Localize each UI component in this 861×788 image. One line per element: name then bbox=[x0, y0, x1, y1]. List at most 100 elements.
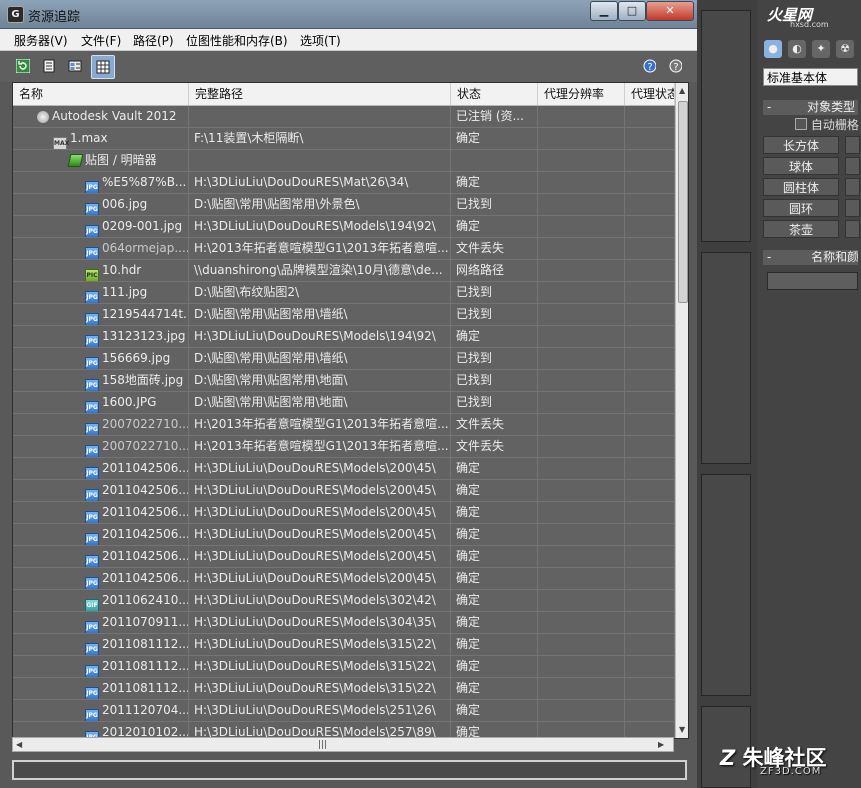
column-header-proxy-resolution[interactable]: 代理分辨率 bbox=[538, 83, 625, 105]
cameras-tab-icon[interactable]: ☢ bbox=[836, 40, 854, 58]
list-view-button[interactable] bbox=[38, 55, 60, 77]
help-button[interactable]: ? bbox=[638, 55, 660, 77]
cylinder-button[interactable]: 圆柱体 bbox=[763, 178, 839, 196]
object-button-right[interactable] bbox=[845, 136, 860, 154]
shapes-tab-icon[interactable]: ◐ bbox=[788, 40, 806, 58]
jpg-file-icon: JPG bbox=[85, 291, 99, 303]
scroll-down-arrow-icon[interactable]: ▼ bbox=[679, 725, 685, 734]
table-row[interactable]: JPG 2011081112... H:\3DLiuLiu\DouDouRES\Mo… bbox=[13, 678, 675, 700]
cell-name: JPG 2011120704... bbox=[13, 700, 189, 721]
torus-button[interactable]: 圆环 bbox=[763, 199, 839, 217]
column-header-name[interactable]: 名称 bbox=[13, 83, 189, 105]
thumbnail-view-button[interactable] bbox=[64, 55, 86, 77]
table-row[interactable]: JPG 2011081112... H:\3DLiuLiu\DouDouRES\Mo… bbox=[13, 656, 675, 678]
menu-server[interactable]: 服务器(V) bbox=[14, 32, 68, 49]
table-row[interactable]: JPG 1219544714t... D:\贴图\常用\贴图常用\墙纸\ 已找到 bbox=[13, 304, 675, 326]
table-row[interactable]: JPG 2011042506... H:\3DLiuLiu\DouDouRES\Mo… bbox=[13, 502, 675, 524]
table-row[interactable]: 贴图 / 明暗器 bbox=[13, 150, 675, 172]
close-button[interactable]: ✕ bbox=[646, 1, 694, 21]
table-row[interactable]: JPG 2011042506... H:\3DLiuLiu\DouDouRES\Mo… bbox=[13, 458, 675, 480]
table-row[interactable]: MAX1.max F:\11装置\木柜隔断\ 确定 bbox=[13, 128, 675, 150]
table-row[interactable]: JPG 1600.JPG D:\贴图\常用\贴图常用\地面\ 已找到 bbox=[13, 392, 675, 414]
sphere-button[interactable]: 球体 bbox=[763, 157, 839, 175]
table-row[interactable]: JPG 13123123.jpg H:\3DLiuLiu\DouDouRES\Mod… bbox=[13, 326, 675, 348]
object-button-right[interactable] bbox=[845, 220, 860, 238]
cell-name: JPG 13123123.jpg bbox=[13, 326, 189, 347]
cell-name: GIF 2011062410... bbox=[13, 590, 189, 611]
table-row[interactable]: JPG 2007022710... H:\2013年拓者意喧模型G1\2013年拓者… bbox=[13, 436, 675, 458]
horizontal-scrollbar[interactable]: ◀ ||| ▶ bbox=[12, 737, 674, 752]
cell-proxy-resolution bbox=[538, 546, 625, 567]
asset-name: 1600.JPG bbox=[102, 395, 157, 409]
horizontal-scroll-grip-icon[interactable]: ||| bbox=[318, 740, 327, 750]
gif-file-icon: GIF bbox=[85, 599, 99, 611]
autogrid-checkbox-box[interactable] bbox=[795, 118, 807, 130]
table-row[interactable]: JPG 2011081112... H:\3DLiuLiu\DouDouRES\Mo… bbox=[13, 634, 675, 656]
table-row[interactable]: JPG 2011120704... H:\3DLiuLiu\DouDouRES\Mo… bbox=[13, 700, 675, 722]
table-row[interactable]: JPG 2011042506... H:\3DLiuLiu\DouDouRES\Mo… bbox=[13, 524, 675, 546]
autogrid-checkbox[interactable]: 自动栅格 bbox=[795, 118, 861, 133]
vertical-scroll-thumb[interactable] bbox=[678, 101, 688, 303]
refresh-button[interactable] bbox=[12, 55, 34, 77]
table-row[interactable]: GIF 2011062410... H:\3DLiuLiu\DouDouRES\Mo… bbox=[13, 590, 675, 612]
menu-file[interactable]: 文件(F) bbox=[81, 32, 121, 49]
jpg-file-icon: JPG bbox=[85, 313, 99, 325]
menu-bitmap-performance[interactable]: 位图性能和内存(B) bbox=[186, 32, 288, 49]
object-name-field[interactable] bbox=[767, 272, 858, 290]
viewport-panel bbox=[701, 252, 751, 464]
table-row[interactable]: JPG 2011042506... H:\3DLiuLiu\DouDouRES\Mo… bbox=[13, 568, 675, 590]
cell-full-path: D:\贴图\常用\贴图常用\墙纸\ bbox=[189, 348, 451, 369]
viewport-panel bbox=[701, 10, 751, 242]
table-row[interactable]: Autodesk Vault 2012 已注销 (资... bbox=[13, 106, 675, 128]
menu-paths[interactable]: 路径(P) bbox=[133, 32, 174, 49]
title-bar[interactable]: G 资源追踪 ▁ □ ✕ bbox=[0, 0, 697, 29]
table-row[interactable]: JPG 158地面砖.jpg D:\贴图\常用\贴图常用\地面\ 已找到 bbox=[13, 370, 675, 392]
geometry-tab-icon[interactable]: ● bbox=[764, 40, 782, 58]
table-row[interactable]: JPG 156669.jpg D:\贴图\常用\贴图常用\墙纸\ 已找到 bbox=[13, 348, 675, 370]
asset-name: 0209-001.jpg bbox=[102, 219, 183, 233]
asset-name: 2011062410... bbox=[102, 593, 189, 607]
object-category-dropdown[interactable]: 标准基本体 bbox=[763, 68, 858, 86]
cell-proxy-resolution bbox=[538, 348, 625, 369]
cell-name: Autodesk Vault 2012 bbox=[13, 106, 189, 127]
cell-full-path: H:\3DLiuLiu\DouDouRES\Models\200\45\ bbox=[189, 568, 451, 589]
object-button-right[interactable] bbox=[845, 199, 860, 217]
table-row[interactable]: JPG 064ormejap.... H:\2013年拓者意喧模型G1\2013年拓… bbox=[13, 238, 675, 260]
table-row[interactable]: PIC 10.hdr \\duanshirong\品牌模型渲染\10月\德意\de.… bbox=[13, 260, 675, 282]
table-row[interactable]: JPG 0209-001.jpg H:\3DLiuLiu\DouDouRES\Mod… bbox=[13, 216, 675, 238]
teapot-button[interactable]: 茶壶 bbox=[763, 220, 839, 238]
scroll-left-arrow-icon[interactable]: ◀ bbox=[16, 740, 22, 749]
name-color-rollout-header[interactable]: - 名称和颜色 bbox=[763, 250, 858, 265]
scroll-right-arrow-icon[interactable]: ▶ bbox=[658, 740, 664, 749]
table-row[interactable]: JPG 006.jpg D:\贴图\常用\贴图常用\外景色\ 已找到 bbox=[13, 194, 675, 216]
column-header-full-path[interactable]: 完整路径 bbox=[189, 83, 451, 105]
lights-tab-icon[interactable]: ✦ bbox=[812, 40, 830, 58]
object-button-right[interactable] bbox=[845, 178, 860, 196]
table-row[interactable]: JPG 2011042506... H:\3DLiuLiu\DouDouRES\Mo… bbox=[13, 480, 675, 502]
cell-full-path: H:\2013年拓者意喧模型G1\2013年拓者意喧... bbox=[189, 238, 451, 259]
scroll-up-arrow-icon[interactable]: ▲ bbox=[679, 86, 685, 95]
table-row[interactable]: JPG 111.jpg D:\贴图\布纹贴图2\ 已找到 bbox=[13, 282, 675, 304]
cell-full-path bbox=[189, 106, 451, 127]
table-row[interactable]: JPG 2011042506... H:\3DLiuLiu\DouDouRES\Mo… bbox=[13, 546, 675, 568]
table-row[interactable]: JPG 2011070911... H:\3DLiuLiu\DouDouRES\Mo… bbox=[13, 612, 675, 634]
object-type-rollout-header[interactable]: - 对象类型 bbox=[763, 100, 858, 115]
object-button-right[interactable] bbox=[845, 157, 860, 175]
cell-proxy-status bbox=[625, 238, 675, 259]
svg-text:?: ? bbox=[647, 62, 652, 73]
menu-options[interactable]: 选项(T) bbox=[300, 32, 341, 49]
table-row[interactable]: JPG %E5%87%B... H:\3DLiuLiu\DouDouRES\Mat\… bbox=[13, 172, 675, 194]
cell-proxy-resolution bbox=[538, 392, 625, 413]
maximize-button[interactable]: □ bbox=[618, 1, 646, 21]
box-button[interactable]: 长方体 bbox=[763, 136, 839, 154]
help-context-button[interactable]: ? bbox=[664, 55, 686, 77]
table-view-button[interactable] bbox=[91, 55, 115, 79]
asset-name: 2011081112... bbox=[102, 637, 189, 651]
table-row[interactable]: JPG 2007022710... H:\2013年拓者意喧模型G1\2013年拓者… bbox=[13, 414, 675, 436]
column-header-proxy-status[interactable]: 代理状态 bbox=[625, 83, 675, 105]
minimize-button[interactable]: ▁ bbox=[590, 1, 618, 21]
column-header-status[interactable]: 状态 bbox=[451, 83, 538, 105]
vertical-scrollbar[interactable]: ▲ ▼ bbox=[675, 83, 688, 738]
status-path-field[interactable] bbox=[12, 760, 687, 780]
watermark-z-icon: Z bbox=[720, 746, 736, 770]
